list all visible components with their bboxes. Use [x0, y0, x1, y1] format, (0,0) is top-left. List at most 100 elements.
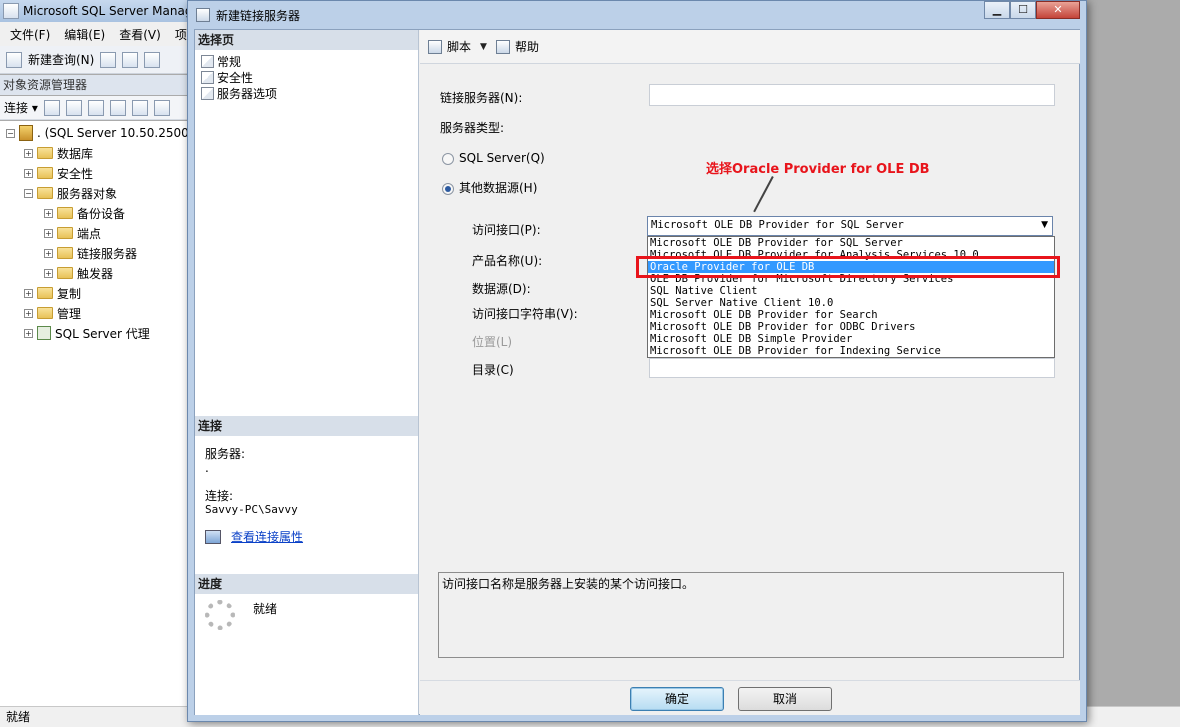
- expand-icon[interactable]: +: [44, 248, 53, 258]
- object-explorer-header: 对象资源管理器: [0, 75, 200, 95]
- view-connection-properties-link[interactable]: 查看连接属性: [231, 528, 303, 545]
- ssms-title-text: Microsoft SQL Server Manag: [23, 4, 193, 18]
- provider-option[interactable]: SQL Native Client: [648, 285, 1054, 297]
- page-selector-pane: 选择页 常规 安全性 服务器选项 连接 服务器: . 连接: Savvy-PC\…: [195, 30, 419, 715]
- tree-node-server-objects[interactable]: − 服务器对象: [24, 183, 117, 203]
- provider-option[interactable]: SQL Server Native Client 10.0: [648, 297, 1054, 309]
- folder-icon: [57, 227, 73, 239]
- provider-option[interactable]: Microsoft OLE DB Provider for Indexing S…: [648, 345, 1054, 357]
- menu-project[interactable]: 项: [175, 26, 187, 43]
- object-explorer-tree: − . (SQL Server 10.50.2500 + 数据库 + 安全性 −…: [0, 121, 200, 706]
- connect-label: 连接: [4, 101, 29, 115]
- description-box: 访问接口名称是服务器上安装的某个访问接口。: [438, 572, 1064, 658]
- page-server-options[interactable]: 服务器选项: [201, 85, 277, 101]
- dmx-query-icon[interactable]: [144, 51, 161, 68]
- collapse-icon[interactable]: −: [6, 128, 15, 138]
- menu-edit[interactable]: 编辑(E): [64, 26, 105, 43]
- tree-node-agent[interactable]: + SQL Server 代理: [24, 323, 150, 343]
- folder-icon: [57, 247, 73, 259]
- new-linked-server-dialog: 新建链接服务器 ▁ ☐ ✕ 选择页 常规 安全性 服务器选项 连接 服务器: .…: [187, 0, 1087, 722]
- menu-file[interactable]: 文件(F): [10, 26, 50, 43]
- tree-node-security[interactable]: + 安全性: [24, 163, 93, 183]
- expand-icon[interactable]: +: [44, 208, 53, 218]
- properties-icon: [205, 529, 221, 544]
- tree-node-label: 备份设备: [77, 206, 126, 221]
- tree-node-databases[interactable]: + 数据库: [24, 143, 93, 163]
- help-icon: [495, 39, 510, 54]
- dialog-body: 选择页 常规 安全性 服务器选项 连接 服务器: . 连接: Savvy-PC\…: [194, 29, 1080, 715]
- help-button[interactable]: 帮助: [515, 38, 539, 55]
- server-value: .: [205, 461, 209, 475]
- menu-view[interactable]: 查看(V): [119, 26, 161, 43]
- radio-other-data-source[interactable]: 其他数据源(H): [442, 179, 537, 196]
- dialog-icon: [196, 8, 210, 22]
- stop-icon[interactable]: [87, 99, 104, 116]
- expand-icon[interactable]: +: [24, 328, 33, 338]
- view-connection-properties[interactable]: 查看连接属性: [205, 528, 303, 545]
- provider-select[interactable]: Microsoft OLE DB Provider for SQL Server…: [647, 216, 1053, 236]
- linked-server-input[interactable]: [649, 84, 1055, 106]
- expand-icon[interactable]: +: [44, 268, 53, 278]
- provider-label: 访问接口(P):: [472, 223, 541, 237]
- tree-node-label: 数据库: [57, 146, 94, 161]
- tree-node-endpoints[interactable]: + 端点: [44, 223, 101, 243]
- disconnect-icon[interactable]: [65, 99, 82, 116]
- close-button[interactable]: ✕: [1036, 1, 1080, 19]
- annotation-highlight-box: [636, 256, 1060, 278]
- expand-icon[interactable]: +: [24, 308, 33, 318]
- folder-icon: [37, 307, 53, 319]
- maximize-button[interactable]: ☐: [1010, 1, 1036, 19]
- script-button[interactable]: 脚本: [447, 38, 471, 55]
- script-icon: [428, 39, 442, 54]
- radio-other-label: 其他数据源(H): [459, 181, 538, 195]
- collapse-icon[interactable]: −: [24, 188, 33, 198]
- tree-node-replication[interactable]: + 复制: [24, 283, 81, 303]
- chevron-down-icon[interactable]: ▼: [1041, 220, 1048, 230]
- radio-sql-server-label: SQL Server(Q): [459, 151, 545, 165]
- tree-node-server[interactable]: − . (SQL Server 10.50.2500: [6, 123, 189, 143]
- tree-node-label: SQL Server 代理: [55, 326, 150, 341]
- new-file-icon[interactable]: [100, 51, 117, 68]
- provider-select-value: Microsoft OLE DB Provider for SQL Server: [651, 219, 904, 231]
- catalog-label: 目录(C): [472, 363, 514, 377]
- expand-icon[interactable]: +: [24, 148, 33, 158]
- radio-other-indicator[interactable]: [442, 182, 454, 195]
- minimize-button[interactable]: ▁: [984, 1, 1010, 19]
- ok-button[interactable]: 确定: [630, 687, 724, 711]
- dialog-title-bar: 新建链接服务器 ▁ ☐ ✕: [188, 1, 1086, 29]
- radio-sql-server[interactable]: SQL Server(Q): [442, 151, 545, 165]
- provider-option[interactable]: Microsoft OLE DB Provider for SQL Server: [648, 237, 1054, 249]
- tree-node-label: 服务器对象: [57, 186, 118, 201]
- provider-option[interactable]: Microsoft OLE DB Provider for ODBC Drive…: [648, 321, 1054, 333]
- filter-icon[interactable]: [109, 99, 126, 116]
- tree-node-backup-devices[interactable]: + 备份设备: [44, 203, 125, 223]
- page-icon: [201, 70, 214, 84]
- cancel-button[interactable]: 取消: [738, 687, 832, 711]
- radio-sql-server-indicator[interactable]: [442, 152, 454, 165]
- script-dropdown-arrow-icon[interactable]: ▼: [480, 42, 487, 52]
- expand-icon[interactable]: +: [44, 228, 53, 238]
- progress-area: 就绪: [205, 600, 277, 630]
- refresh-icon[interactable]: [131, 99, 148, 116]
- provider-option[interactable]: Microsoft OLE DB Simple Provider: [648, 333, 1054, 345]
- agent-icon: [37, 326, 51, 340]
- new-query-button[interactable]: 新建查询(N): [28, 51, 94, 68]
- page-icon: [201, 86, 214, 100]
- page-general[interactable]: 常规: [201, 53, 241, 69]
- tree-node-triggers[interactable]: + 触发器: [44, 263, 113, 283]
- connect-icon[interactable]: [43, 99, 60, 116]
- provider-option[interactable]: Microsoft OLE DB Provider for Search: [648, 309, 1054, 321]
- tree-node-linked-servers[interactable]: + 链接服务器: [44, 243, 137, 263]
- expand-icon[interactable]: +: [24, 288, 33, 298]
- connect-dropdown[interactable]: 连接 ▾: [4, 99, 38, 116]
- new-query-icon[interactable]: [6, 51, 22, 68]
- catalog-input[interactable]: [649, 358, 1055, 378]
- folder-icon: [37, 167, 53, 179]
- page-security[interactable]: 安全性: [201, 69, 253, 85]
- activity-monitor-icon[interactable]: [153, 99, 170, 116]
- ssms-menu-bar: 文件(F) 编辑(E) 查看(V) 项: [0, 22, 200, 46]
- expand-icon[interactable]: +: [24, 168, 33, 178]
- mdx-query-icon[interactable]: [122, 51, 139, 68]
- ssms-app-icon: [3, 3, 19, 19]
- tree-node-management[interactable]: + 管理: [24, 303, 81, 323]
